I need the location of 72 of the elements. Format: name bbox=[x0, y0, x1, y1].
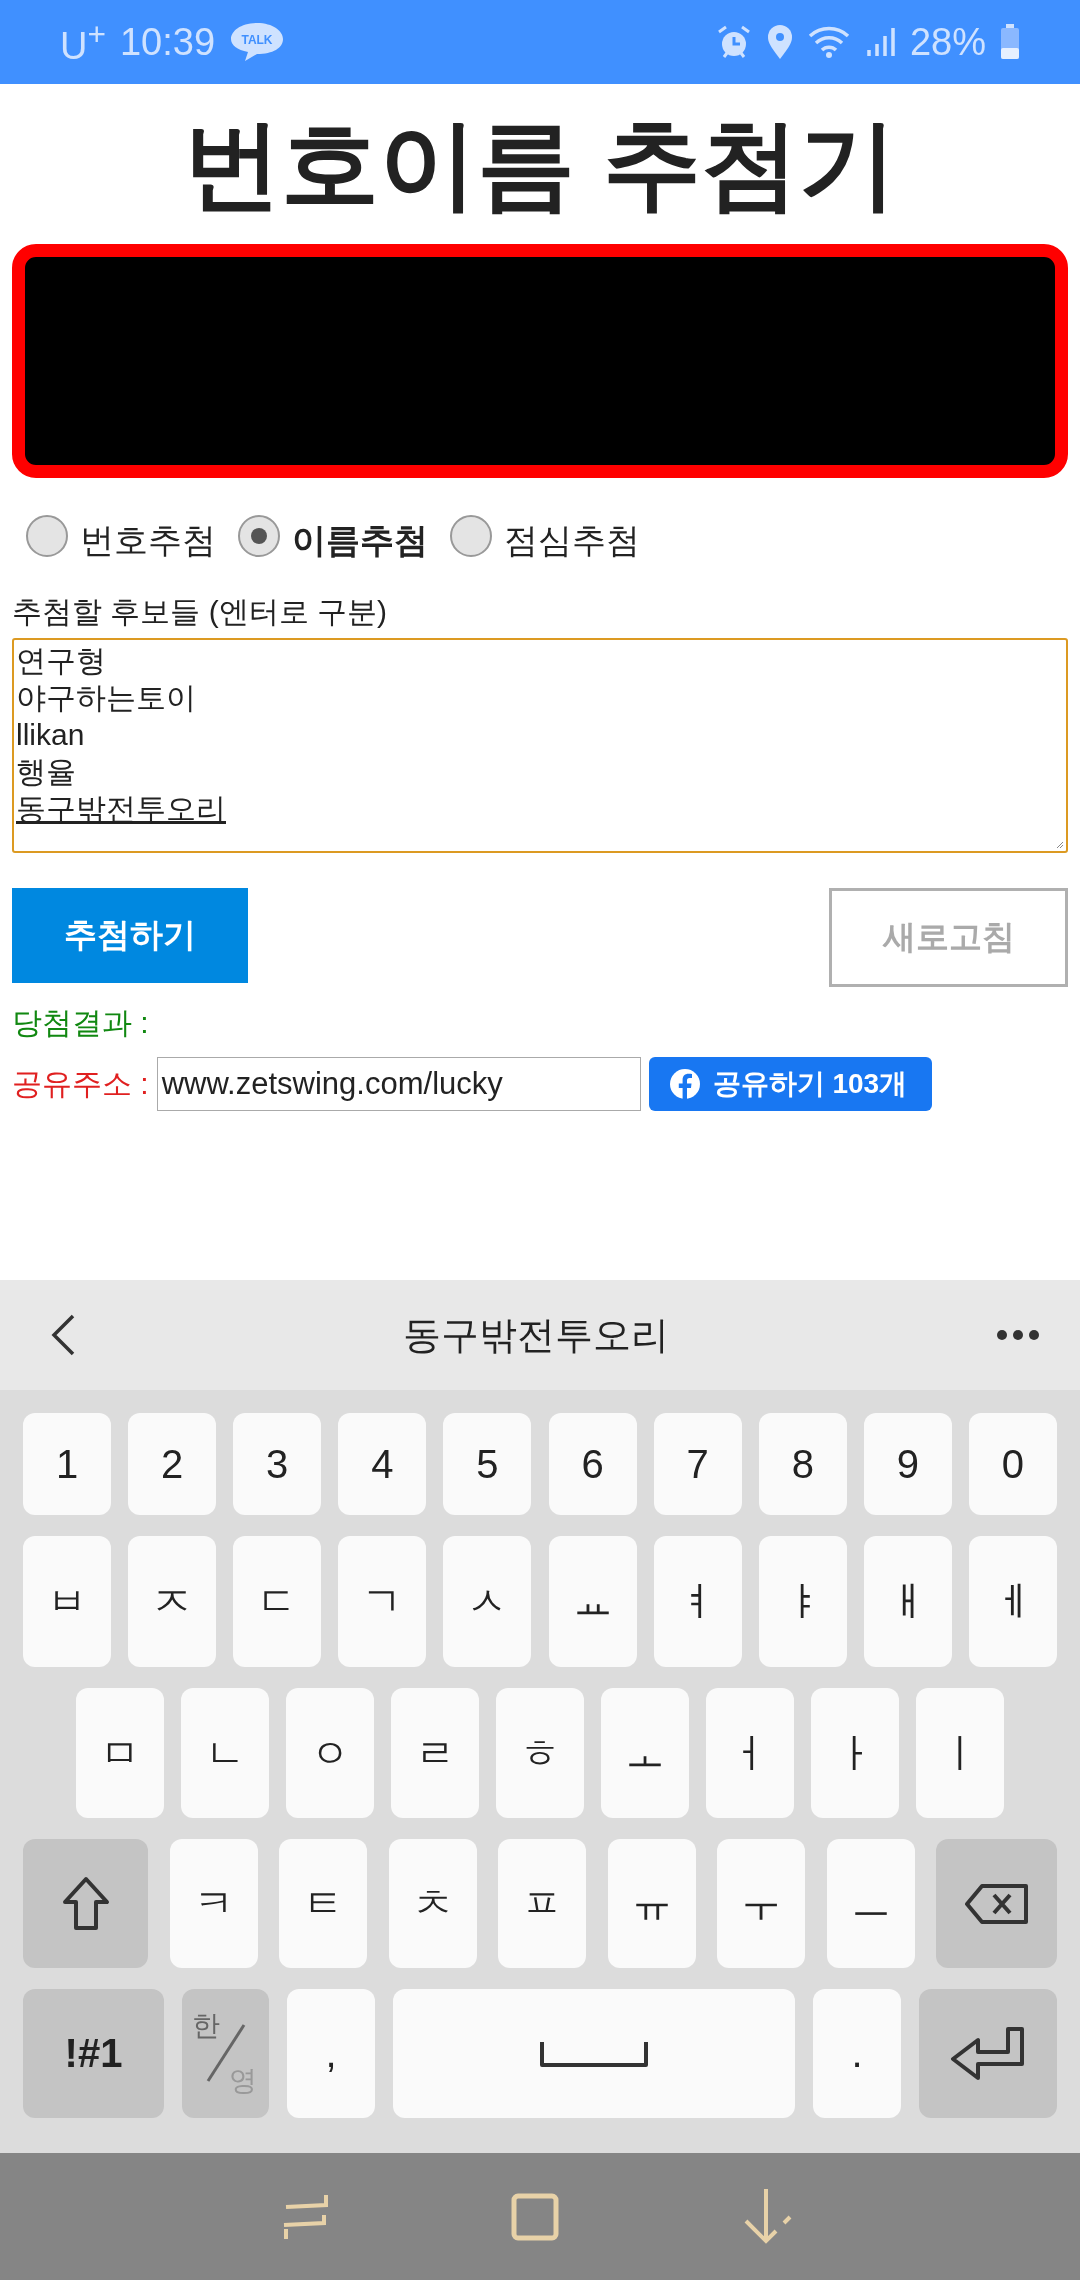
alarm-icon bbox=[715, 24, 752, 60]
mode-radio[interactable]: 번호추첨 bbox=[26, 518, 216, 564]
enter-icon bbox=[950, 2025, 1026, 2082]
keyboard-key[interactable]: 5 bbox=[443, 1413, 532, 1515]
hangul-label: 한 bbox=[192, 2009, 220, 2043]
share-url-label: 공유주소 : bbox=[12, 1065, 149, 1102]
keyboard-key[interactable]: ㅇ bbox=[286, 1688, 374, 1818]
keyboard-key[interactable]: . bbox=[813, 1989, 901, 2118]
battery-percent: 28% bbox=[909, 20, 986, 64]
keyboard-key[interactable]: ㅌ bbox=[279, 1839, 367, 1968]
resize-grip-icon bbox=[1054, 839, 1064, 849]
keyboard-key[interactable]: ㅛ bbox=[548, 1536, 637, 1667]
keyboard-key[interactable]: ㅡ bbox=[826, 1839, 915, 1968]
keyboard-key[interactable]: 0 bbox=[969, 1413, 1057, 1515]
keyboard-key[interactable]: 1 bbox=[23, 1413, 111, 1515]
backspace-icon bbox=[963, 1882, 1030, 1925]
keyboard-key[interactable]: 9 bbox=[863, 1413, 952, 1515]
mode-radio[interactable]: 점심추첨 bbox=[450, 518, 640, 564]
keyboard-key[interactable]: 8 bbox=[758, 1413, 847, 1515]
keyboard-key[interactable]: ㄱ bbox=[338, 1536, 427, 1667]
app-title: 번호이름 추첨기 bbox=[182, 108, 898, 221]
keyboard-key[interactable]: ㄹ bbox=[391, 1688, 479, 1818]
candidates-label: 추첨할 후보들 (엔터로 구분) bbox=[12, 594, 388, 630]
keyboard-key[interactable]: ㅁ bbox=[76, 1688, 164, 1818]
url-field[interactable]: www.zetswing.com/lucky bbox=[156, 1057, 641, 1111]
shift-key[interactable] bbox=[23, 1839, 148, 1968]
word-suggestion[interactable]: 동구밖전투오리 bbox=[403, 1309, 669, 1361]
keyboard-key[interactable]: ㄷ bbox=[233, 1536, 322, 1667]
space-icon bbox=[539, 2039, 649, 2068]
symbols-key[interactable]: !#1 bbox=[23, 1989, 164, 2118]
draw-button[interactable]: 추첨하기 bbox=[12, 888, 248, 983]
keyboard-key[interactable]: 4 bbox=[338, 1413, 427, 1515]
keyboard-key[interactable]: ㅔ bbox=[969, 1536, 1057, 1667]
result-label: 당첨결과 : bbox=[12, 1005, 150, 1041]
battery-icon bbox=[1000, 24, 1020, 60]
carrier-label: U$^{+}$ bbox=[60, 16, 106, 68]
keyboard-key[interactable]: ㅍ bbox=[498, 1839, 586, 1968]
keyboard-key[interactable]: ㅗ bbox=[601, 1688, 689, 1818]
keyboard-key[interactable]: ㅅ bbox=[443, 1536, 532, 1667]
keyboard-key[interactable]: ㅏ bbox=[811, 1688, 899, 1818]
signal-icon bbox=[865, 26, 896, 58]
back-icon[interactable] bbox=[50, 1313, 76, 1357]
keyboard-key[interactable]: ㅓ bbox=[706, 1688, 794, 1818]
keyboard-key[interactable]: ㅋ bbox=[169, 1839, 258, 1968]
keyboard-key[interactable]: ㅣ bbox=[916, 1688, 1004, 1818]
keyboard-key[interactable]: 6 bbox=[548, 1413, 637, 1515]
enter-key[interactable] bbox=[919, 1989, 1057, 2118]
keyboard-key[interactable]: ㅂ bbox=[23, 1536, 111, 1667]
wifi-icon bbox=[807, 24, 852, 60]
facebook-icon bbox=[668, 1068, 701, 1100]
mode-radio[interactable]: 이름추첨 bbox=[238, 518, 428, 564]
candidates-textarea[interactable]: 연구형 야구하는토이 llikan 행율 동구밖전투오리 bbox=[12, 638, 1068, 853]
keyboard-key[interactable]: ㅕ bbox=[653, 1536, 742, 1667]
keyboard-key[interactable]: ㅠ bbox=[607, 1839, 696, 1968]
shift-icon bbox=[60, 1875, 111, 1932]
keyboard-key[interactable]: 7 bbox=[653, 1413, 742, 1515]
keyboard-key[interactable]: ㅐ bbox=[863, 1536, 952, 1667]
keyboard-key[interactable]: ㅎ bbox=[496, 1688, 584, 1818]
keyboard-key[interactable]: 2 bbox=[128, 1413, 217, 1515]
keyboard-key[interactable]: , bbox=[287, 1989, 375, 2118]
keyboard-key[interactable]: ㅊ bbox=[388, 1839, 477, 1968]
keyboard-key[interactable]: ㅈ bbox=[128, 1536, 217, 1667]
backspace-key[interactable] bbox=[936, 1839, 1057, 1968]
keyboard-key[interactable]: ㅑ bbox=[758, 1536, 847, 1667]
keyboard-key[interactable]: ㅜ bbox=[717, 1839, 805, 1968]
share-button[interactable]: 공유하기 103개 bbox=[648, 1057, 932, 1111]
status-time: 10:39 bbox=[119, 20, 216, 64]
more-icon[interactable] bbox=[996, 1329, 1040, 1341]
keyboard-key[interactable]: 3 bbox=[233, 1413, 322, 1515]
location-icon bbox=[765, 24, 794, 60]
chat-app-icon: TALK bbox=[229, 21, 286, 63]
keyboard-key[interactable]: ㄴ bbox=[181, 1688, 269, 1818]
